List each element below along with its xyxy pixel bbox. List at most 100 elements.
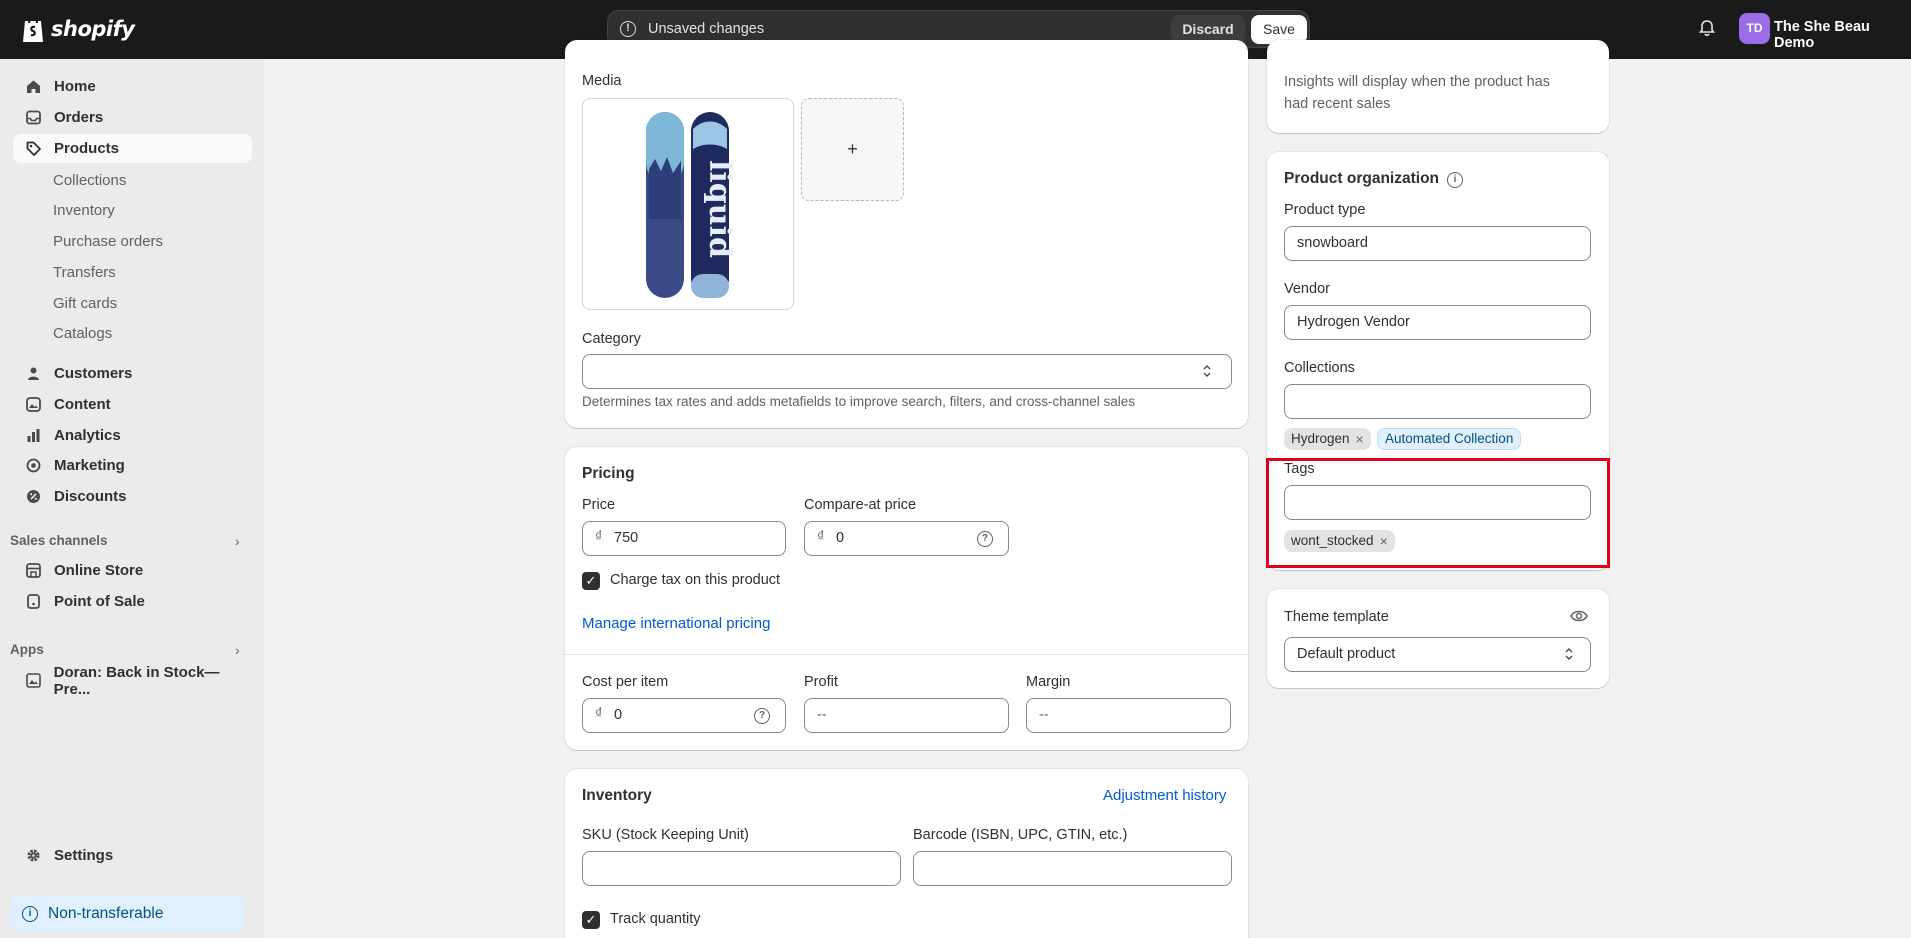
category-help-text: Determines tax rates and adds metafields… bbox=[582, 394, 1136, 409]
margin-field: -- bbox=[1026, 698, 1231, 733]
price-input[interactable]: 750 bbox=[582, 521, 786, 556]
add-media-button[interactable]: + bbox=[801, 98, 904, 201]
charge-tax-label[interactable]: Charge tax on this product bbox=[610, 572, 780, 588]
vendor-input[interactable]: Hydrogen Vendor bbox=[1284, 305, 1591, 340]
compare-at-price-label: Compare-at price bbox=[804, 497, 917, 513]
shopify-bag-icon bbox=[23, 17, 43, 42]
media-card: Media liquid + Category Determines tax r… bbox=[565, 40, 1248, 428]
currency-symbol: ₫ bbox=[595, 706, 603, 722]
sidebar-item-content[interactable]: Content bbox=[13, 390, 252, 419]
cost-per-item-label: Cost per item bbox=[582, 674, 669, 690]
collections-label: Collections bbox=[1284, 360, 1355, 376]
divider bbox=[565, 654, 1248, 655]
sidebar-item-label: Content bbox=[54, 396, 111, 413]
store-name[interactable]: The She Beau Demo bbox=[1774, 19, 1911, 51]
insights-card: Insights will display when the product h… bbox=[1267, 40, 1609, 133]
discount-icon bbox=[25, 488, 42, 505]
product-image[interactable]: liquid bbox=[582, 98, 794, 310]
image-icon bbox=[25, 672, 42, 689]
collections-input[interactable] bbox=[1284, 384, 1591, 419]
sku-input[interactable] bbox=[582, 851, 901, 886]
pricing-card: Pricing Price 750 ₫ Compare-at price 0 ₫… bbox=[565, 447, 1248, 750]
sidebar-subitem-gift-cards[interactable]: Gift cards bbox=[53, 295, 117, 312]
close-icon[interactable]: × bbox=[1356, 428, 1364, 450]
sidebar-item-customers[interactable]: Customers bbox=[13, 359, 252, 388]
gear-icon bbox=[25, 847, 42, 864]
help-icon[interactable]: ? bbox=[754, 708, 770, 724]
pricing-title: Pricing bbox=[582, 465, 635, 482]
sidebar-item-label: Doran: Back in Stock—Pre... bbox=[53, 663, 220, 698]
sidebar-subitem-transfers[interactable]: Transfers bbox=[53, 264, 116, 281]
insights-text: Insights will display when the product h… bbox=[1284, 74, 1550, 112]
adjustment-history-link[interactable]: Adjustment history bbox=[1103, 787, 1226, 804]
pos-icon bbox=[25, 593, 42, 610]
content-icon bbox=[25, 396, 42, 413]
shopify-logo[interactable]: shopify bbox=[21, 14, 135, 43]
chevron-right-icon[interactable]: › bbox=[235, 533, 240, 549]
info-icon[interactable]: i bbox=[1447, 172, 1463, 188]
sidebar-item-settings[interactable]: Settings bbox=[13, 841, 252, 870]
product-type-input[interactable]: snowboard bbox=[1284, 226, 1591, 261]
track-quantity-checkbox[interactable]: ✓ bbox=[582, 911, 600, 929]
apps-heading[interactable]: Apps bbox=[10, 642, 44, 657]
manage-international-pricing-link[interactable]: Manage international pricing bbox=[582, 615, 770, 632]
profit-field: -- bbox=[804, 698, 1009, 733]
inventory-card: Inventory Adjustment history SKU (Stock … bbox=[565, 769, 1248, 938]
tags-highlight-box bbox=[1266, 458, 1610, 568]
sidebar-item-label: Point of Sale bbox=[54, 593, 145, 610]
sidebar-subitem-catalogs[interactable]: Catalogs bbox=[53, 325, 112, 342]
margin-label: Margin bbox=[1026, 674, 1071, 690]
sidebar-item-point-of-sale[interactable]: Point of Sale bbox=[13, 587, 252, 616]
sidebar-item-label: Orders bbox=[54, 109, 104, 126]
media-label: Media bbox=[582, 73, 622, 89]
non-transferable-badge[interactable]: i Non-transferable bbox=[10, 895, 243, 933]
inbox-icon bbox=[25, 109, 42, 126]
inventory-title: Inventory bbox=[582, 787, 652, 804]
sidebar-item-label: Online Store bbox=[54, 562, 144, 579]
category-label: Category bbox=[582, 331, 641, 347]
track-quantity-label[interactable]: Track quantity bbox=[610, 911, 701, 927]
sidebar-item-marketing[interactable]: Marketing bbox=[13, 451, 252, 480]
help-icon[interactable]: ? bbox=[977, 531, 993, 547]
tag-icon bbox=[25, 140, 42, 157]
product-organization-title: Product organization bbox=[1284, 170, 1439, 187]
info-icon: i bbox=[22, 906, 38, 922]
theme-template-select[interactable]: Default product bbox=[1284, 637, 1591, 672]
svg-text:liquid: liquid bbox=[702, 160, 737, 258]
profit-label: Profit bbox=[804, 674, 838, 690]
alert-icon: ! bbox=[620, 21, 636, 37]
sidebar-subitem-purchase-orders[interactable]: Purchase orders bbox=[53, 233, 163, 250]
avatar[interactable]: TD bbox=[1739, 13, 1770, 44]
barcode-input[interactable] bbox=[913, 851, 1232, 886]
product-type-label: Product type bbox=[1284, 202, 1366, 218]
unsaved-changes-text: Unsaved changes bbox=[648, 21, 765, 37]
collection-tag-label: Automated Collection bbox=[1385, 431, 1514, 446]
sidebar-subitem-collections[interactable]: Collections bbox=[53, 172, 126, 189]
sidebar-subitem-inventory[interactable]: Inventory bbox=[53, 202, 115, 219]
price-label: Price bbox=[582, 497, 616, 513]
sidebar-item-doran-app[interactable]: Doran: Back in Stock—Pre... bbox=[13, 663, 252, 698]
sidebar-item-label: Analytics bbox=[54, 427, 121, 444]
sidebar-item-home[interactable]: Home bbox=[13, 72, 252, 101]
charge-tax-checkbox[interactable]: ✓ bbox=[582, 572, 600, 590]
eye-icon[interactable] bbox=[1570, 609, 1588, 623]
chart-icon bbox=[25, 427, 42, 444]
theme-template-label: Theme template bbox=[1284, 609, 1389, 625]
sales-channels-heading[interactable]: Sales channels bbox=[10, 533, 108, 548]
vendor-label: Vendor bbox=[1284, 281, 1330, 297]
sidebar-item-discounts[interactable]: Discounts bbox=[13, 482, 252, 511]
collection-tag-label: Hydrogen bbox=[1291, 431, 1350, 446]
target-icon bbox=[25, 457, 42, 474]
sidebar-item-label: Home bbox=[54, 78, 96, 95]
sidebar-item-orders[interactable]: Orders bbox=[13, 103, 252, 132]
chevron-right-icon[interactable]: › bbox=[235, 642, 240, 658]
sidebar-item-label: Customers bbox=[54, 365, 133, 382]
bell-icon[interactable] bbox=[1697, 18, 1717, 38]
sidebar-item-online-store[interactable]: Online Store bbox=[13, 556, 252, 585]
sidebar-item-analytics[interactable]: Analytics bbox=[13, 421, 252, 450]
category-select[interactable] bbox=[582, 354, 1232, 389]
store-icon bbox=[25, 562, 42, 579]
sidebar-item-label: Products bbox=[54, 140, 120, 157]
currency-symbol: ₫ bbox=[817, 529, 825, 545]
sidebar-item-products[interactable]: Products bbox=[13, 134, 252, 163]
